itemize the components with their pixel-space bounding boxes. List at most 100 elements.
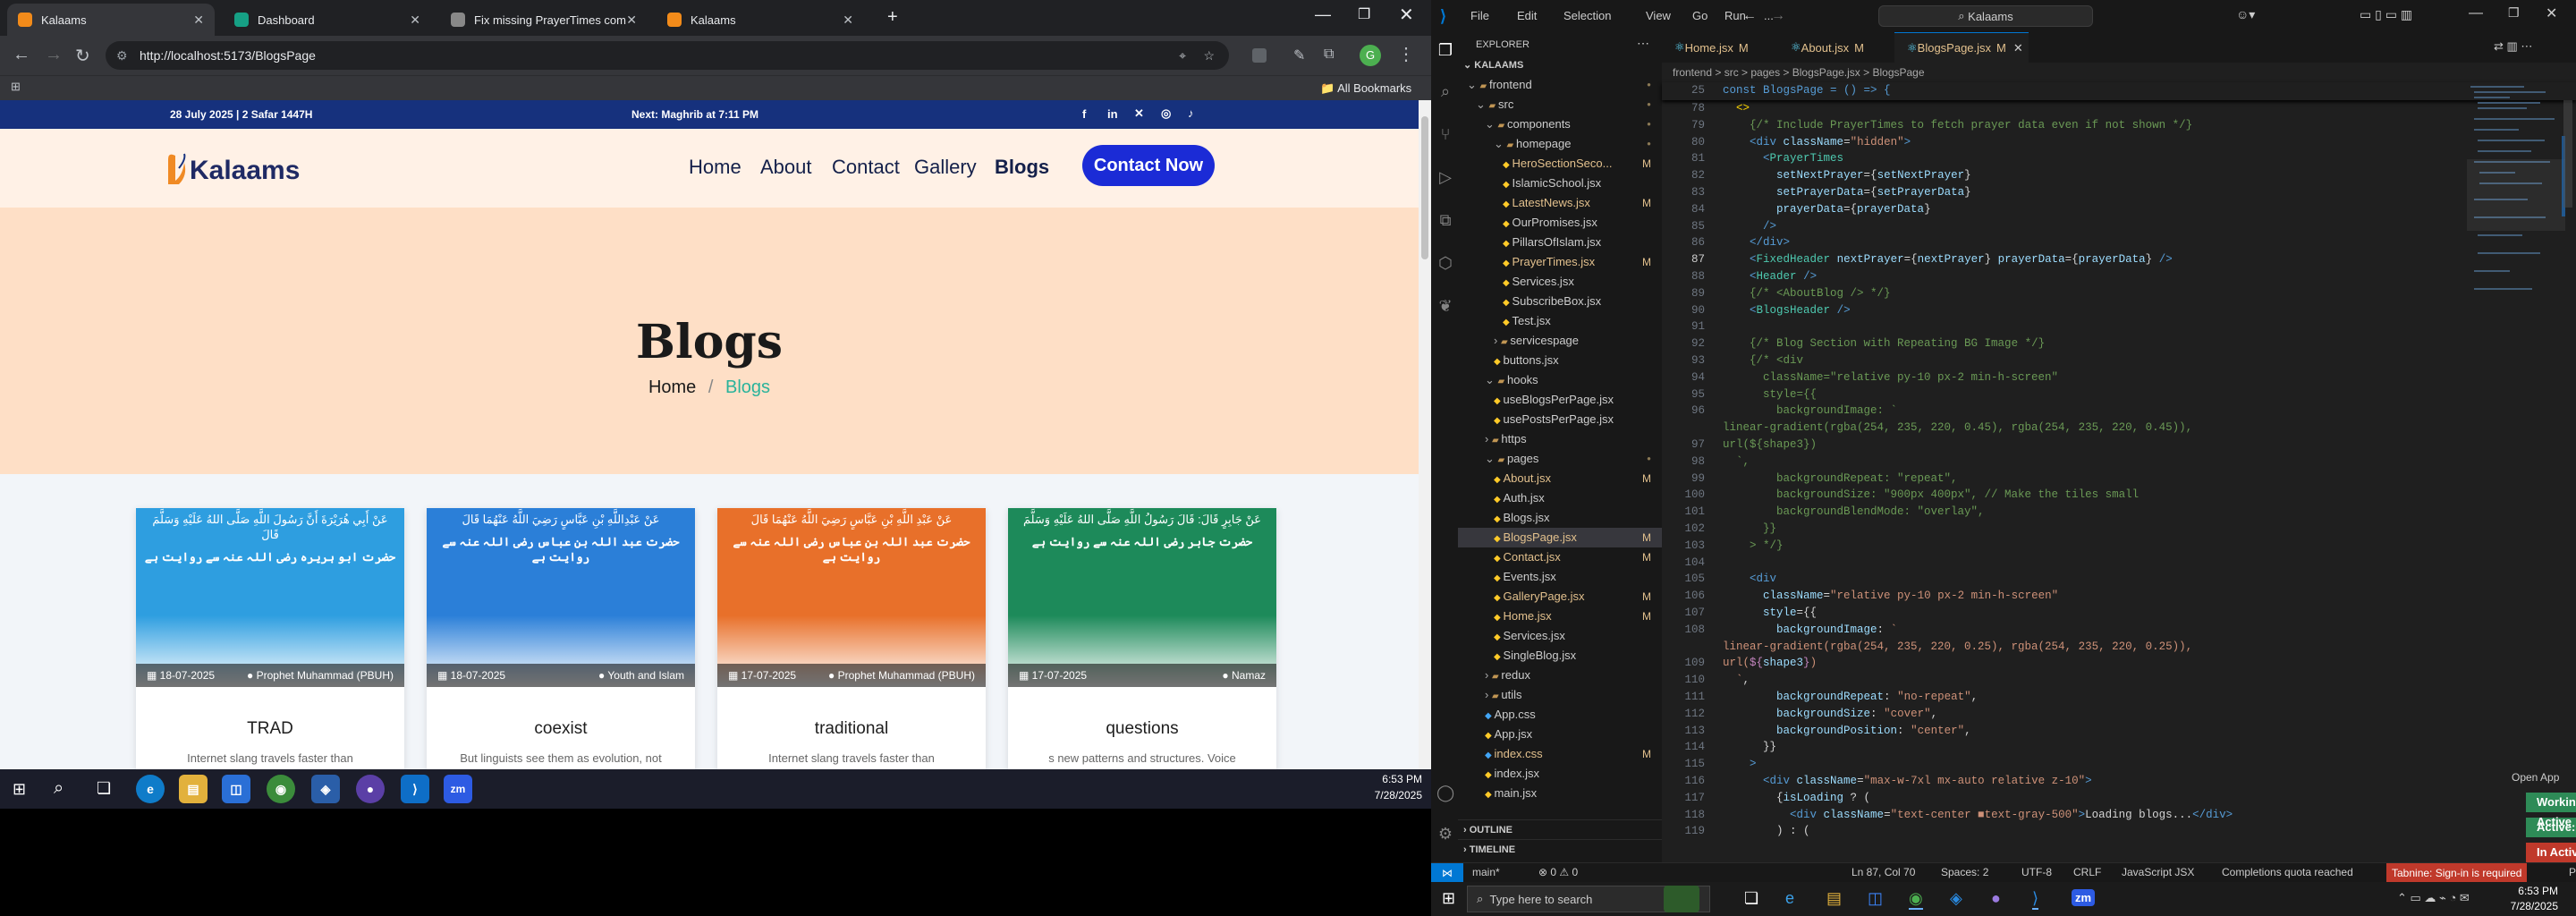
leaf-icon[interactable]: ❦ (1436, 297, 1454, 315)
chrome-taskbar-icon[interactable]: ◉ (1909, 889, 1923, 910)
minimap[interactable] (2467, 82, 2565, 458)
tab-close-icon[interactable]: ✕ (410, 13, 420, 28)
explorer-file[interactable]: ◆ OurPromises.jsx (1458, 213, 1662, 233)
logo-text[interactable]: Kalaams (190, 156, 300, 186)
explorer-file[interactable]: ◆ GalleryPage.jsx M (1458, 587, 1662, 606)
vscode-alt-taskbar-icon[interactable]: ◈ (1950, 889, 1962, 908)
browser-tab[interactable]: Kalaams ✕ (7, 4, 215, 36)
explorer-file[interactable]: ◆ SubscribeBox.jsx (1458, 292, 1662, 311)
explorer-file[interactable]: ◆ IslamicSchool.jsx (1458, 174, 1662, 193)
nav-link-home[interactable]: Home (689, 156, 741, 179)
problems-count[interactable]: ⊗ 0 ⚠ 0 (1538, 866, 1578, 878)
manage-gear-icon[interactable]: ⚙ (1436, 825, 1454, 843)
explorer-file[interactable]: ◆ Home.jsx M (1458, 606, 1662, 626)
explorer-file[interactable]: ◆ BlogsPage.jsx M (1458, 528, 1662, 547)
status-item[interactable]: Tabnine: Sign-in is required (2386, 863, 2528, 883)
search-sidebar-icon[interactable]: ⌕ (1436, 82, 1454, 100)
edge-taskbar-icon[interactable]: e (1785, 889, 1794, 908)
extension-icon[interactable] (1252, 48, 1267, 63)
time-tracker-badge[interactable]: Active: 00:45:29 (2526, 818, 2576, 837)
explorer-file[interactable]: ◆ PrayerTimes.jsx M (1458, 252, 1662, 272)
location-icon[interactable]: ⌖ (1179, 48, 1186, 64)
store-taskbar-icon[interactable]: ◫ (1868, 889, 1883, 908)
browser-tab[interactable]: Kalaams ✕ (657, 4, 864, 36)
explorer-file[interactable]: ◆ Blogs.jsx (1458, 508, 1662, 528)
blog-card[interactable]: عَنْ جَابِرٍ قَالَ: قَالَ رَسُولُ اللَّه… (1008, 508, 1276, 769)
editor-breadcrumb[interactable]: frontend > src > pages > BlogsPage.jsx >… (1662, 63, 2576, 82)
explorer-file[interactable]: ◆ Auth.jsx (1458, 488, 1662, 508)
status-item[interactable]: JavaScript JSX (2122, 866, 2194, 878)
nav-link-blogs[interactable]: Blogs (995, 156, 1049, 179)
site-info-icon[interactable]: ⚙ (116, 48, 128, 64)
editor-tab-close-icon[interactable]: ✕ (2013, 41, 2023, 55)
explorer-file[interactable]: ◆ index.jsx (1458, 764, 1662, 784)
account-icon[interactable]: ◯ (1436, 784, 1454, 802)
puzzle-icon[interactable]: ⧉ (1324, 47, 1334, 63)
menu-selection[interactable]: Selection (1563, 9, 1611, 22)
tab-close-icon[interactable]: ✕ (843, 13, 853, 28)
back-icon[interactable]: ← (13, 45, 30, 65)
vs-maximize-button[interactable]: ❐ (2508, 5, 2520, 21)
remote-status-icon[interactable]: ⋈ (1431, 863, 1463, 883)
explorer-folder[interactable]: ⌄ ▰ pages ● (1458, 449, 1662, 469)
editor-scrollbar[interactable] (2562, 82, 2574, 869)
new-tab-button[interactable]: + (887, 7, 898, 28)
store-icon[interactable]: ◫ (222, 775, 250, 803)
system-tray-icons[interactable]: ⌃ ▭ ☁ ⌁ ◔ ✉ (2397, 891, 2470, 905)
maximize-button[interactable]: ❐ (1358, 5, 1370, 23)
explorer-folder[interactable]: › ▰ utils (1458, 685, 1662, 705)
zoom-taskbar-icon[interactable]: zm (2072, 889, 2096, 906)
copilot-icon[interactable]: ☺▾ (2236, 7, 2255, 22)
layout-icons[interactable]: ▭ ▯ ▭ ▥ (2360, 7, 2412, 22)
vs-close-button[interactable]: ✕ (2546, 4, 2557, 22)
explorer-file[interactable]: ◆ PillarsOfIslam.jsx (1458, 233, 1662, 252)
run-debug-icon[interactable]: ▷ (1436, 168, 1454, 186)
blog-card[interactable]: عَنْ عَبْدِاللَّهِ بْنِ عَبَّاسٍ رَضِيَ … (427, 508, 695, 769)
source-control-icon[interactable]: ⑂ (1436, 125, 1454, 143)
all-bookmarks[interactable]: 📁 All Bookmarks (1320, 81, 1411, 96)
editor-tab[interactable]: ⚛ BlogsPage.jsx M ✕ (1894, 32, 2029, 63)
explorer-folder[interactable]: › ▰ redux (1458, 666, 1662, 685)
command-center-search[interactable]: ⌕ Kalaams (1878, 5, 2093, 27)
blog-card[interactable]: عَنْ عَبْدِ اللَّهِ بْنِ عَبَّاسٍ رَضِيَ… (717, 508, 986, 769)
contact-now-button[interactable]: Contact Now (1082, 145, 1215, 186)
explorer-folder[interactable]: › ▰ servicespage (1458, 331, 1662, 351)
explorer-file[interactable]: ◆ About.jsx M (1458, 469, 1662, 488)
file-explorer-icon[interactable]: ▤ (179, 775, 208, 803)
explorer-file[interactable]: ◆ Events.jsx (1458, 567, 1662, 587)
editor-tab[interactable]: ⚛ About.jsx M (1778, 32, 1894, 63)
tiktok-icon[interactable]: ♪ (1188, 106, 1194, 120)
nav-forward-icon[interactable]: → (1771, 8, 1785, 24)
status-item[interactable]: Prettier (2569, 866, 2576, 878)
explorer-file[interactable]: ◆ Test.jsx (1458, 311, 1662, 331)
windows-start-icon[interactable]: ⊞ (13, 780, 26, 799)
pen-icon[interactable]: ✎ (1293, 47, 1305, 64)
menu-go[interactable]: Go (1692, 9, 1707, 22)
explorer-folder[interactable]: › ▰ https (1458, 429, 1662, 449)
blog-title[interactable]: coexist (427, 719, 695, 739)
editor-actions-icons[interactable]: ⇄ ▥ ⋯ (2494, 39, 2532, 54)
blog-title[interactable]: traditional (717, 719, 986, 739)
vscode-blue-icon[interactable]: ◈ (311, 775, 340, 803)
reload-icon[interactable]: ↻ (75, 45, 90, 67)
vs-minimize-button[interactable]: — (2469, 5, 2483, 21)
status-item[interactable]: Ln 87, Col 70 (1852, 866, 1915, 878)
timeline-section[interactable]: › TIMELINE (1458, 839, 1662, 859)
profile-avatar[interactable]: G (1360, 45, 1381, 66)
explorer-file[interactable]: ◆ App.jsx (1458, 725, 1662, 744)
nav-link-about[interactable]: About (760, 156, 812, 179)
explorer-folder[interactable]: ⌄ ▰ hooks (1458, 370, 1662, 390)
tab-close-icon[interactable]: ✕ (626, 13, 637, 28)
browser-tab[interactable]: Dashboard ✕ (224, 4, 431, 36)
explorer-file[interactable]: ◆ buttons.jsx (1458, 351, 1662, 370)
linkedin-icon[interactable]: in (1107, 107, 1118, 121)
task-view-button[interactable]: ❏ (1744, 889, 1758, 908)
edge-icon[interactable]: e (136, 775, 165, 803)
explorer-folder[interactable]: ⌄ ▰ frontend ● (1458, 75, 1662, 95)
vscode-taskbar-icon[interactable]: ⟩ (2032, 889, 2039, 910)
bookmark-star-icon[interactable]: ☆ (1203, 48, 1215, 64)
blog-title[interactable]: TRAD (136, 719, 404, 739)
facebook-icon[interactable]: f (1082, 107, 1086, 121)
browser-tab[interactable]: Fix missing PrayerTimes comp ✕ (440, 4, 648, 36)
status-item[interactable]: Completions quota reached (2222, 866, 2353, 878)
